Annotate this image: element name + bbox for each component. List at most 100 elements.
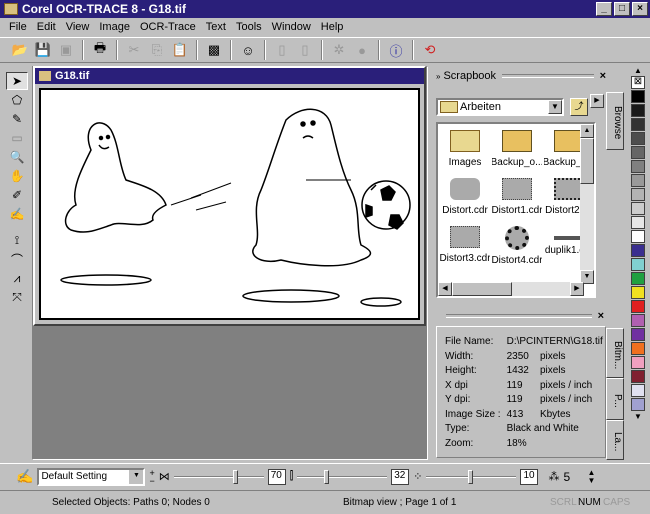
maximize-button[interactable]: □ [614,2,630,16]
list-item[interactable]: Images [440,128,490,176]
color-swatch[interactable] [631,202,645,215]
vertical-scrollbar[interactable]: ▲ ▼ [580,124,594,284]
value-field-3[interactable]: 10 [520,468,539,485]
value-field-2[interactable]: 32 [391,468,410,485]
list-item[interactable]: Distort4.cdr [492,224,542,272]
color-swatch[interactable] [631,398,645,411]
print-icon[interactable]: 🖶 [90,40,110,60]
info-row: File Name: D:\PCINTERN\G18.tif [445,336,603,348]
color-swatch[interactable] [631,90,645,103]
text-tool-icon[interactable]: ⩘ [6,269,28,287]
value-field-4[interactable]: 5 [563,470,583,484]
menu-edit[interactable]: Edit [32,21,61,33]
scroll-tabs-right[interactable]: ▶ [590,94,604,108]
tab-browse[interactable]: Browse [606,92,624,150]
copy-icon[interactable]: ⎘ [147,40,167,60]
menu-help[interactable]: Help [316,21,349,33]
menu-view[interactable]: View [61,21,95,33]
pick-tool-icon[interactable]: ➤ [6,72,28,90]
slider-1[interactable] [173,468,264,486]
zoom-icon[interactable]: 🔍 [6,148,28,166]
paste-icon[interactable]: 📋 [170,40,190,60]
save-as-icon[interactable]: ▣ [56,40,76,60]
color-swatch[interactable] [631,160,645,173]
color-swatch[interactable] [631,328,645,341]
folder-up-button[interactable]: ⤴ [570,98,588,116]
scan-icon[interactable]: ▩ [204,40,224,60]
folder-dropdown[interactable]: Arbeiten ▼ [436,98,564,116]
color-swatch[interactable] [631,314,645,327]
curve-icon[interactable]: ⌒ [6,250,28,268]
slider-3[interactable] [426,468,517,486]
value-field-1[interactable]: 70 [267,468,286,485]
color-swatch[interactable] [631,370,645,383]
hand-icon[interactable]: ✋ [6,167,28,185]
color-swatch[interactable] [631,118,645,131]
close-button[interactable]: × [632,2,648,16]
slider-2[interactable] [297,468,388,486]
color-swatch[interactable] [631,356,645,369]
color-swatch[interactable] [631,342,645,355]
color-swatch[interactable] [631,104,645,117]
tab-bitmap[interactable]: Bitm... [606,328,624,378]
page-prev-icon[interactable]: ▯ [272,40,292,60]
horizontal-scrollbar[interactable]: ◀ ▶ [438,282,584,296]
color-swatch[interactable] [631,132,645,145]
app-icon [4,3,18,15]
color-swatch[interactable] [631,258,645,271]
rect-select-icon[interactable]: ▭ [6,129,28,147]
no-color-swatch[interactable]: ⊠ [631,76,645,89]
info-close-icon[interactable]: × [598,310,604,322]
cut-icon[interactable]: ✂ [124,40,144,60]
list-item[interactable]: Backup_o... [492,128,542,176]
eraser-icon[interactable]: ✐ [6,186,28,204]
color-swatch[interactable] [631,272,645,285]
tab-layers[interactable]: La... [606,420,624,460]
shape-icon[interactable]: ⟟ [6,231,28,249]
add-remove-preset-icon[interactable]: + − [149,468,154,485]
menu-image[interactable]: Image [94,21,135,33]
menu-ocr-trace[interactable]: OCR-Trace [135,21,201,33]
color-swatch[interactable] [631,384,645,397]
color-swatch[interactable] [631,230,645,243]
image-canvas[interactable] [39,88,420,320]
scroll-down-icon[interactable]: ▼ [634,412,642,421]
preset-select[interactable]: Default Setting ▼ [37,467,146,486]
menu-file[interactable]: File [4,21,32,33]
menu-text[interactable]: Text [201,21,231,33]
noise-icon: ⁂ [548,471,560,483]
ocr-icon[interactable]: ☺ [238,40,258,60]
save-icon[interactable]: 💾 [33,40,53,60]
color-swatch[interactable] [631,244,645,257]
scrapbook-close-icon[interactable]: × [600,70,606,82]
color-swatch[interactable] [631,188,645,201]
stop-icon[interactable]: ● [352,40,372,60]
color-swatch[interactable] [631,216,645,229]
freehand-select-icon[interactable]: ⬠ [6,91,28,109]
info-icon[interactable]: ⓘ [386,40,406,60]
view-status: Bitmap view ; Page 1 of 1 [343,497,457,508]
color-swatch[interactable] [631,300,645,313]
pencil-icon[interactable]: ✎ [6,110,28,128]
color-swatch[interactable] [631,174,645,187]
chevron-down-icon[interactable]: ▼ [548,100,562,114]
folder-name: Arbeiten [460,101,501,113]
menu-window[interactable]: Window [267,21,316,33]
tab-properties[interactable]: P... [606,378,624,420]
open-icon[interactable]: 📂 [10,40,30,60]
color-swatch[interactable] [631,146,645,159]
list-item[interactable]: Distort.cdr [440,176,490,224]
page-next-icon[interactable]: ▯ [295,40,315,60]
corel-icon[interactable]: ⟲ [420,40,440,60]
trace-icon[interactable]: ✲ [329,40,349,60]
list-item[interactable]: Distort3.cdr [440,224,490,272]
color-swatch[interactable] [631,286,645,299]
spinner[interactable]: ▲ ▼ [587,468,595,485]
trace-settings-icon[interactable]: ✍ [16,468,33,485]
minimize-button[interactable]: _ [596,2,612,16]
transform-icon[interactable]: ⤧ [6,288,28,306]
brush-icon[interactable]: ✍ [6,205,28,223]
scroll-up-icon[interactable]: ▲ [634,66,642,75]
list-item[interactable]: Distort1.cdr [492,176,542,224]
menu-tools[interactable]: Tools [231,21,267,33]
